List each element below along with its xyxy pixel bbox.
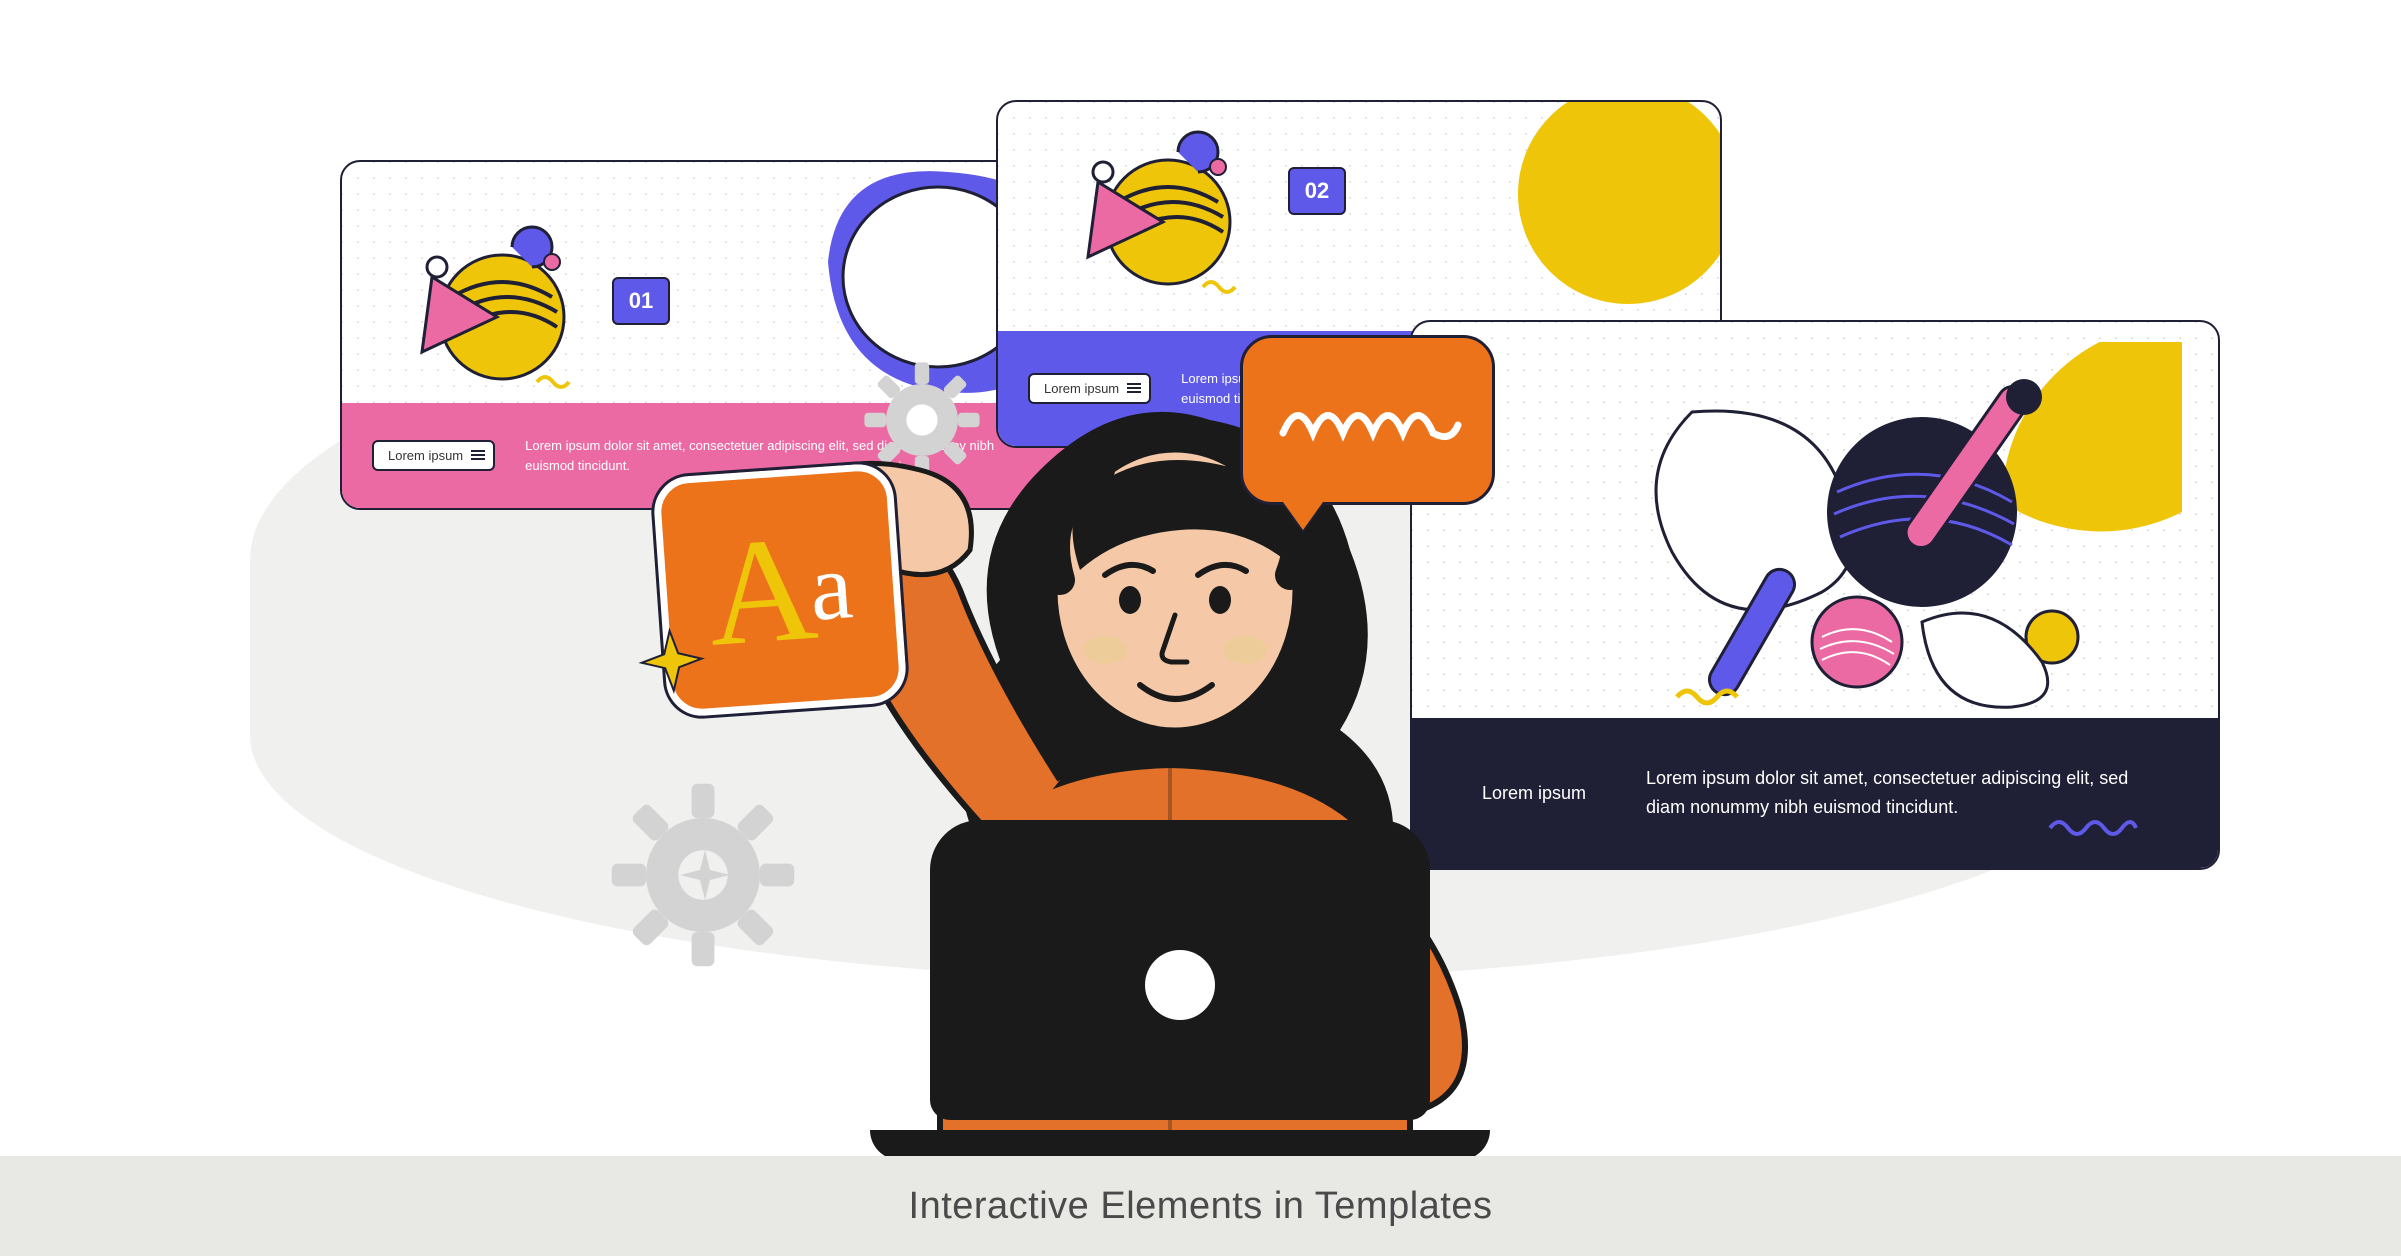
abstract-shapes-icon xyxy=(402,217,582,397)
caption-bar: Interactive Elements in Templates xyxy=(0,1156,2401,1256)
scribble-icon xyxy=(1273,388,1468,458)
card-number-badge: 01 xyxy=(612,277,670,325)
caption-text: Interactive Elements in Templates xyxy=(909,1185,1493,1228)
squiggle-icon xyxy=(2048,818,2138,838)
illustration-canvas: 01 Lorem ipsum Lorem ipsum dolor sit ame… xyxy=(0,0,2401,1155)
burst-icon xyxy=(634,623,709,698)
laptop-icon xyxy=(870,820,1490,1160)
geometric-composition-icon xyxy=(1622,342,2182,722)
card-number-badge: 02 xyxy=(1288,167,1346,215)
card-body-text: Lorem ipsum dolor sit amet, consectetuer… xyxy=(1646,764,2148,822)
letter-lowercase: a xyxy=(806,530,856,643)
typography-tile: A a xyxy=(652,462,908,718)
laptop-logo-icon xyxy=(1145,950,1215,1020)
tag-chip: Lorem ipsum xyxy=(372,440,495,471)
sparkle-icon xyxy=(680,850,730,900)
letter-capital: A xyxy=(702,502,822,681)
speech-bubble-icon xyxy=(1240,335,1495,505)
laptop-screen xyxy=(930,820,1430,1120)
abstract-shapes-icon xyxy=(1068,122,1248,302)
